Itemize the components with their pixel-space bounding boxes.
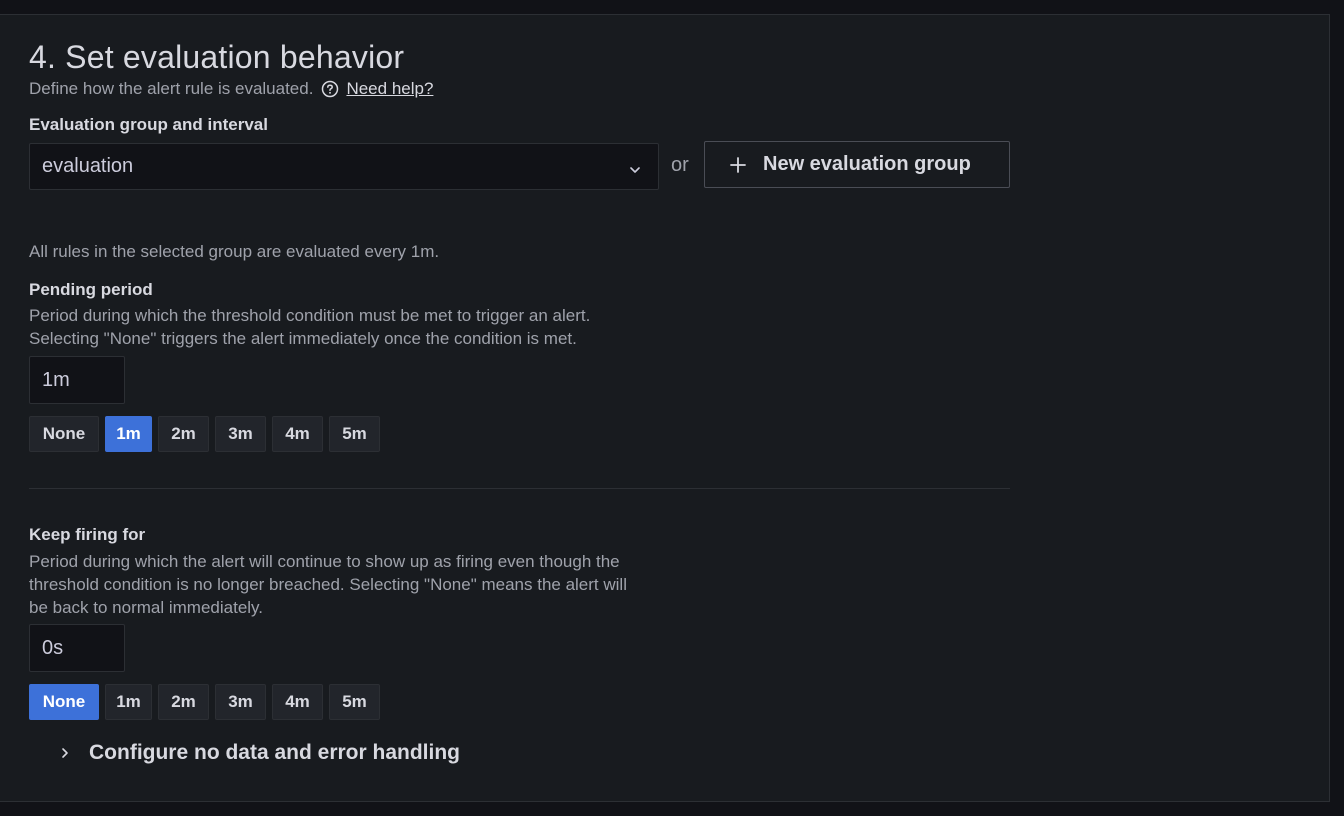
keep-firing-option-none[interactable]: None — [29, 684, 99, 720]
subtitle-text: Define how the alert rule is evaluated. — [29, 79, 314, 98]
pending-period-description: Period during which the threshold condit… — [29, 304, 590, 350]
keep-firing-option-2m[interactable]: 2m — [158, 684, 209, 720]
no-data-error-handling-label: Configure no data and error handling — [89, 741, 461, 764]
pending-period-options: None 1m 2m 3m 4m 5m — [29, 416, 380, 452]
pending-period-description-line: Period during which the threshold condit… — [29, 306, 591, 325]
section-divider — [29, 488, 1010, 489]
pending-option-none[interactable]: None — [29, 416, 99, 452]
evaluation-interval-info: All rules in the selected group are eval… — [29, 242, 440, 261]
evaluation-group-select[interactable]: evaluation — [29, 143, 659, 190]
pending-option-1m[interactable]: 1m — [105, 416, 152, 452]
keep-firing-option-1m[interactable]: 1m — [105, 684, 152, 720]
keep-firing-options: None 1m 2m 3m 4m 5m — [29, 684, 380, 720]
pending-period-description-line: Selecting "None" triggers the alert imme… — [29, 329, 577, 348]
pending-period-label: Pending period — [29, 280, 153, 299]
new-evaluation-group-button[interactable]: New evaluation group — [704, 141, 1010, 188]
pending-period-input[interactable]: 1m — [29, 356, 125, 404]
keep-firing-option-3m[interactable]: 3m — [215, 684, 266, 720]
question-circle-icon[interactable] — [321, 80, 339, 98]
keep-firing-option-5m[interactable]: 5m — [329, 684, 380, 720]
need-help-link[interactable]: Need help? — [346, 79, 433, 99]
pending-option-5m[interactable]: 5m — [329, 416, 380, 452]
keep-firing-label: Keep firing for — [29, 525, 146, 544]
keep-firing-option-4m[interactable]: 4m — [272, 684, 323, 720]
no-data-error-handling-toggle[interactable]: Configure no data and error handling — [59, 741, 460, 765]
section-subtitle: Define how the alert rule is evaluated. … — [29, 79, 433, 99]
evaluation-group-label: Evaluation group and interval — [29, 115, 268, 134]
evaluation-group-value: evaluation — [42, 155, 134, 177]
keep-firing-input[interactable]: 0s — [29, 624, 125, 672]
evaluation-behavior-panel: 4. Set evaluation behavior Define how th… — [0, 14, 1330, 802]
new-evaluation-group-label: New evaluation group — [763, 153, 971, 175]
pending-option-4m[interactable]: 4m — [272, 416, 323, 452]
chevron-right-icon — [59, 746, 71, 760]
keep-firing-description-line: threshold condition is no longer breache… — [29, 575, 627, 594]
section-title: 4. Set evaluation behavior — [29, 39, 405, 75]
pending-option-3m[interactable]: 3m — [215, 416, 266, 452]
keep-firing-description-line: Period during which the alert will conti… — [29, 552, 620, 571]
chevron-down-icon — [628, 160, 642, 174]
keep-firing-description-line: be back to normal immediately. — [29, 598, 264, 617]
plus-icon — [729, 156, 747, 174]
keep-firing-description: Period during which the alert will conti… — [29, 550, 627, 619]
or-separator: or — [671, 154, 689, 176]
pending-option-2m[interactable]: 2m — [158, 416, 209, 452]
